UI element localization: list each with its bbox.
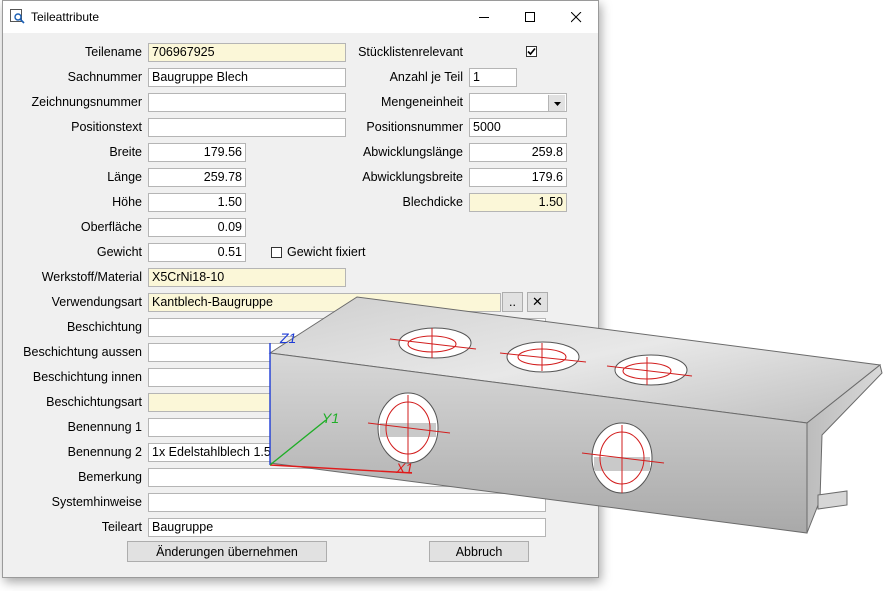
laenge-field[interactable]: 259.78 [148, 168, 246, 187]
gewicht-fixiert-label: Gewicht fixiert [287, 245, 366, 259]
anzahl-je-teil-value: 1 [473, 70, 480, 84]
sachnummer-field[interactable]: Baugruppe Blech [148, 68, 346, 87]
laenge-label: Länge [107, 170, 142, 184]
teilename-field[interactable]: 706967925 [148, 43, 346, 62]
anzahl-je-teil-label: Anzahl je Teil [389, 70, 463, 84]
cancel-button[interactable]: Abbruch [429, 541, 529, 562]
beschichtungsart-label: Beschichtungsart [46, 395, 142, 409]
abwicklungsbreite-field[interactable]: 179.6 [469, 168, 567, 187]
benennung-1-label: Benennung 1 [67, 420, 142, 434]
title-bar: Teileattribute [3, 1, 598, 33]
x-axis-label: X1 [395, 460, 413, 476]
positionsnummer-value: 5000 [473, 120, 501, 134]
close-icon [570, 11, 581, 22]
anzahl-je-teil-field[interactable]: 1 [469, 68, 517, 87]
positionstext-label: Positionstext [71, 120, 142, 134]
beschichtung-innen-label: Beschichtung innen [32, 370, 142, 384]
positionstext-field[interactable] [148, 118, 346, 137]
mengeneinheit-dropdown[interactable] [469, 93, 567, 112]
gewicht-field[interactable]: 0.51 [148, 243, 246, 262]
blechdicke-value: 1.50 [538, 195, 563, 209]
hoehe-label: Höhe [112, 195, 142, 209]
part-lower-flange [817, 490, 848, 510]
stuecklistenrelevant-checkbox[interactable] [526, 46, 537, 57]
hoehe-field[interactable]: 1.50 [148, 193, 246, 212]
abwicklungsbreite-value: 179.6 [531, 170, 563, 184]
bemerkung-label: Bemerkung [78, 470, 142, 484]
werkstoff-material-label: Werkstoff/Material [41, 270, 142, 284]
minimize-icon [478, 16, 489, 18]
search-part-icon [10, 9, 25, 24]
teileart-label: Teileart [101, 520, 142, 534]
zeichnungsnummer-field[interactable] [148, 93, 346, 112]
gewicht-fixiert-checkbox[interactable] [271, 247, 282, 258]
sheet-metal-part-render: Z1 Y1 X1 [268, 296, 883, 534]
window-title: Teileattribute [31, 10, 100, 24]
y-axis-label: Y1 [322, 410, 339, 426]
dropdown-arrow-icon [553, 101, 561, 106]
apply-changes-button[interactable]: Änderungen übernehmen [127, 541, 327, 562]
teilename-label: Teilename [85, 45, 142, 59]
breite-field[interactable]: 179.56 [148, 143, 246, 162]
blechdicke-field[interactable]: 1.50 [469, 193, 567, 212]
maximize-icon [524, 11, 535, 22]
systemhinweise-label: Systemhinweise [51, 495, 142, 509]
positionsnummer-label: Positionsnummer [366, 120, 463, 134]
oberflaeche-label: Oberfläche [80, 220, 142, 234]
abwicklungsbreite-label: Abwicklungsbreite [362, 170, 463, 184]
beschichtung-label: Beschichtung [66, 320, 142, 334]
abwicklungslaenge-field[interactable]: 259.8 [469, 143, 567, 162]
zeichnungsnummer-label: Zeichnungsnummer [31, 95, 142, 109]
abwicklungslaenge-value: 259.8 [531, 145, 563, 159]
abwicklungslaenge-label: Abwicklungslänge [362, 145, 463, 159]
verwendungsart-label: Verwendungsart [51, 295, 142, 309]
blechdicke-label: Blechdicke [402, 195, 463, 209]
benennung-2-label: Benennung 2 [67, 445, 142, 459]
positionsnummer-field[interactable]: 5000 [469, 118, 567, 137]
maximize-button[interactable] [507, 1, 553, 33]
minimize-button[interactable] [461, 1, 507, 33]
gewicht-label: Gewicht [96, 245, 142, 259]
beschichtung-aussen-label: Beschichtung aussen [23, 345, 142, 359]
checkmark-icon [527, 47, 536, 56]
close-button[interactable] [553, 1, 599, 33]
sachnummer-label: Sachnummer [67, 70, 142, 84]
mengeneinheit-label: Mengeneinheit [380, 95, 463, 109]
breite-label: Breite [109, 145, 142, 159]
chevron-down-icon[interactable] [548, 95, 565, 111]
z-axis-label: Z1 [279, 330, 296, 346]
stuecklistenrelevant-label: Stücklistenrelevant [358, 45, 463, 59]
oberflaeche-field[interactable]: 0.09 [148, 218, 246, 237]
werkstoff-material-field[interactable]: X5CrNi18-10 [148, 268, 346, 287]
